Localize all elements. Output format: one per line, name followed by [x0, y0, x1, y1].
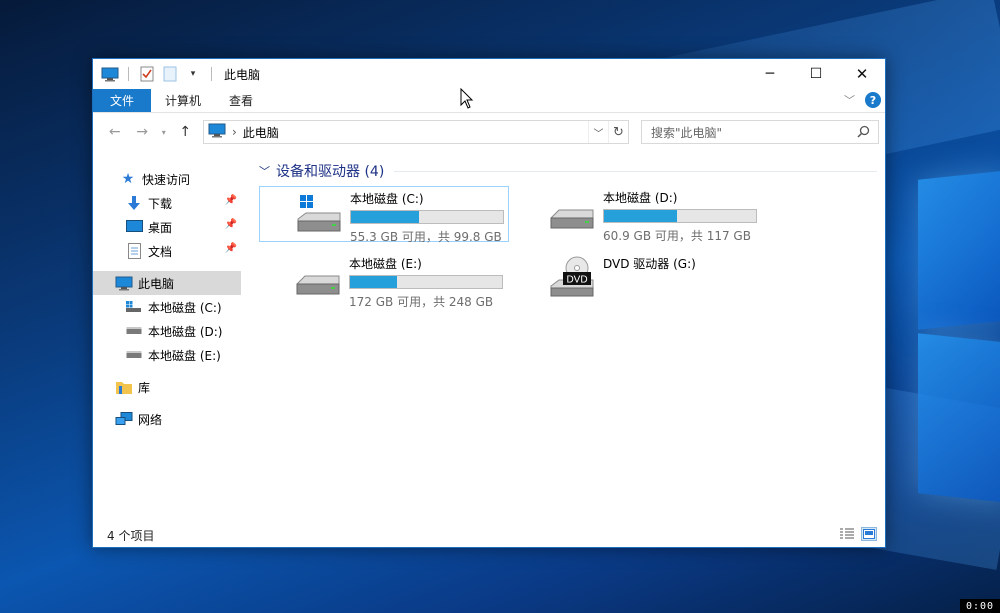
- windows-drive-icon: [296, 191, 346, 241]
- large-icons-view-icon[interactable]: [861, 527, 877, 541]
- hard-drive-icon: [295, 256, 345, 306]
- sidebar-item-libraries[interactable]: 库: [93, 375, 241, 399]
- drive-name: 本地磁盘 (C:): [350, 192, 424, 206]
- wallpaper-pane: [918, 170, 1000, 330]
- hard-drive-icon: [549, 190, 599, 240]
- wallpaper-pane: [918, 333, 1000, 503]
- drive-tile-g[interactable]: DVD DVD 驱动器 (G:): [513, 252, 763, 308]
- sidebar-item-label: 本地磁盘 (E:): [148, 348, 221, 363]
- window-controls: ─ ☐ ✕: [747, 59, 885, 89]
- expand-ribbon-chevron-icon[interactable]: ﹀: [844, 92, 855, 108]
- this-pc-icon: [208, 123, 226, 141]
- library-folder-icon: [115, 379, 133, 395]
- drive-name: 本地磁盘 (D:): [603, 191, 678, 205]
- drive-name: DVD 驱动器 (G:): [603, 257, 696, 271]
- sidebar-item-label: 文档: [148, 244, 173, 259]
- sidebar-item-downloads[interactable]: 下载 📌: [93, 191, 241, 215]
- refresh-icon[interactable]: ↻: [607, 121, 628, 143]
- sidebar-item-label: 下载: [148, 196, 173, 211]
- group-header-devices[interactable]: ﹀ 设备和驱动器 (4): [259, 161, 877, 181]
- content-area: ﹀ 设备和驱动器 (4) 本地磁盘 (C:) 55.3 GB 可用，共 99.8…: [241, 151, 885, 523]
- sidebar-item-quick-access[interactable]: ★ 快速访问: [93, 167, 241, 191]
- new-folder-icon[interactable]: [161, 66, 179, 82]
- network-icon: [115, 411, 133, 427]
- pin-icon[interactable]: 📌: [225, 219, 237, 230]
- sidebar-item-label: 快速访问: [142, 172, 191, 187]
- sidebar-item-desktop[interactable]: 桌面 📌: [93, 215, 241, 239]
- sidebar-item-label: 此电脑: [138, 276, 175, 291]
- drive-free-space: 172 GB 可用，共 248 GB: [349, 295, 494, 309]
- document-icon: [125, 243, 143, 259]
- file-explorer-window: ▾ 此电脑 ─ ☐ ✕ 文件 计算机 查看 ﹀ ? ← → ▾ ↑ › 此电脑 …: [92, 58, 886, 548]
- ribbon-tabs: 文件 计算机 查看 ﹀ ?: [93, 89, 885, 113]
- drive-usage-bar: [603, 209, 757, 223]
- navigation-bar: ← → ▾ ↑ › 此电脑 ﹀ ↻ 搜索"此电脑": [93, 113, 885, 151]
- sidebar-item-network[interactable]: 网络: [93, 407, 241, 431]
- hard-drive-icon: [125, 347, 143, 363]
- this-pc-icon: [115, 275, 133, 291]
- sidebar-item-documents[interactable]: 文档 📌: [93, 239, 241, 263]
- download-arrow-icon: [125, 195, 143, 211]
- drive-usage-bar: [350, 210, 504, 224]
- pin-icon[interactable]: 📌: [225, 243, 237, 254]
- up-arrow-icon[interactable]: ↑: [174, 120, 197, 144]
- drive-name: 本地磁盘 (E:): [349, 257, 422, 271]
- quick-access-toolbar: ▾: [93, 66, 216, 82]
- group-header-label: 设备和驱动器 (4): [276, 164, 385, 180]
- tab-file[interactable]: 文件: [93, 89, 152, 112]
- search-input[interactable]: 搜索"此电脑": [651, 124, 722, 141]
- breadcrumb-separator-icon[interactable]: ›: [232, 125, 237, 139]
- mouse-cursor-icon: [460, 87, 474, 113]
- this-pc-icon: [101, 66, 119, 82]
- forward-arrow-icon[interactable]: →: [130, 120, 153, 144]
- title-bar: ▾ 此电脑 ─ ☐ ✕: [93, 59, 885, 89]
- drive-tile-e[interactable]: 本地磁盘 (E:) 172 GB 可用，共 248 GB: [259, 252, 509, 309]
- drive-tile-c[interactable]: 本地磁盘 (C:) 55.3 GB 可用，共 99.8 GB: [259, 186, 509, 244]
- customize-toolbar-chevron-icon[interactable]: ▾: [184, 66, 202, 82]
- hard-drive-icon: [125, 323, 143, 339]
- dvd-badge: DVD: [566, 275, 587, 286]
- drive-free-space: 55.3 GB 可用，共 99.8 GB: [350, 230, 502, 244]
- star-icon: ★: [121, 171, 135, 187]
- sidebar-item-label: 本地磁盘 (C:): [148, 300, 222, 315]
- status-bar: 4 个项目: [93, 523, 885, 547]
- address-bar[interactable]: › 此电脑 ﹀ ↻: [202, 120, 629, 144]
- collapse-chevron-icon[interactable]: ﹀: [259, 163, 270, 179]
- sidebar-item-label: 网络: [138, 412, 163, 427]
- recording-clock: 0:00: [960, 599, 1000, 613]
- sidebar-item-label: 本地磁盘 (D:): [148, 324, 223, 339]
- help-icon[interactable]: ?: [865, 92, 881, 108]
- minimize-button[interactable]: ─: [747, 59, 793, 89]
- back-arrow-icon[interactable]: ←: [103, 120, 126, 144]
- breadcrumb-this-pc[interactable]: 此电脑: [243, 124, 279, 141]
- navigation-pane: ★ 快速访问 下载 📌 桌面 📌 文档 📌 此电脑 本地磁盘 (C:) 本地磁盘…: [93, 151, 241, 523]
- tab-computer[interactable]: 计算机: [151, 89, 215, 112]
- pin-icon[interactable]: 📌: [225, 195, 237, 206]
- close-button[interactable]: ✕: [839, 59, 885, 89]
- details-view-icon[interactable]: [839, 527, 855, 541]
- dvd-drive-icon: DVD: [549, 256, 599, 306]
- search-icon: [857, 125, 870, 141]
- sidebar-item-this-pc[interactable]: 此电脑: [93, 271, 241, 295]
- sidebar-item-drive-e[interactable]: 本地磁盘 (E:): [93, 343, 241, 367]
- properties-icon[interactable]: [138, 66, 156, 82]
- search-box[interactable]: 搜索"此电脑": [640, 120, 879, 144]
- item-count: 4 个项目: [107, 528, 155, 543]
- address-dropdown-chevron-icon[interactable]: ﹀: [587, 121, 608, 143]
- window-title: 此电脑: [224, 67, 261, 82]
- desktop-icon: [125, 219, 143, 235]
- windows-drive-icon: [125, 299, 143, 315]
- maximize-button[interactable]: ☐: [793, 59, 839, 89]
- drive-usage-bar: [349, 275, 503, 289]
- sidebar-item-drive-c[interactable]: 本地磁盘 (C:): [93, 295, 241, 319]
- drive-free-space: 60.9 GB 可用，共 117 GB: [603, 229, 751, 243]
- sidebar-item-label: 库: [138, 380, 151, 395]
- sidebar-item-label: 桌面: [148, 220, 173, 235]
- sidebar-item-drive-d[interactable]: 本地磁盘 (D:): [93, 319, 241, 343]
- recent-locations-chevron-icon[interactable]: ▾: [158, 120, 170, 144]
- drive-tile-d[interactable]: 本地磁盘 (D:) 60.9 GB 可用，共 117 GB: [513, 186, 763, 243]
- tab-view[interactable]: 查看: [215, 89, 267, 112]
